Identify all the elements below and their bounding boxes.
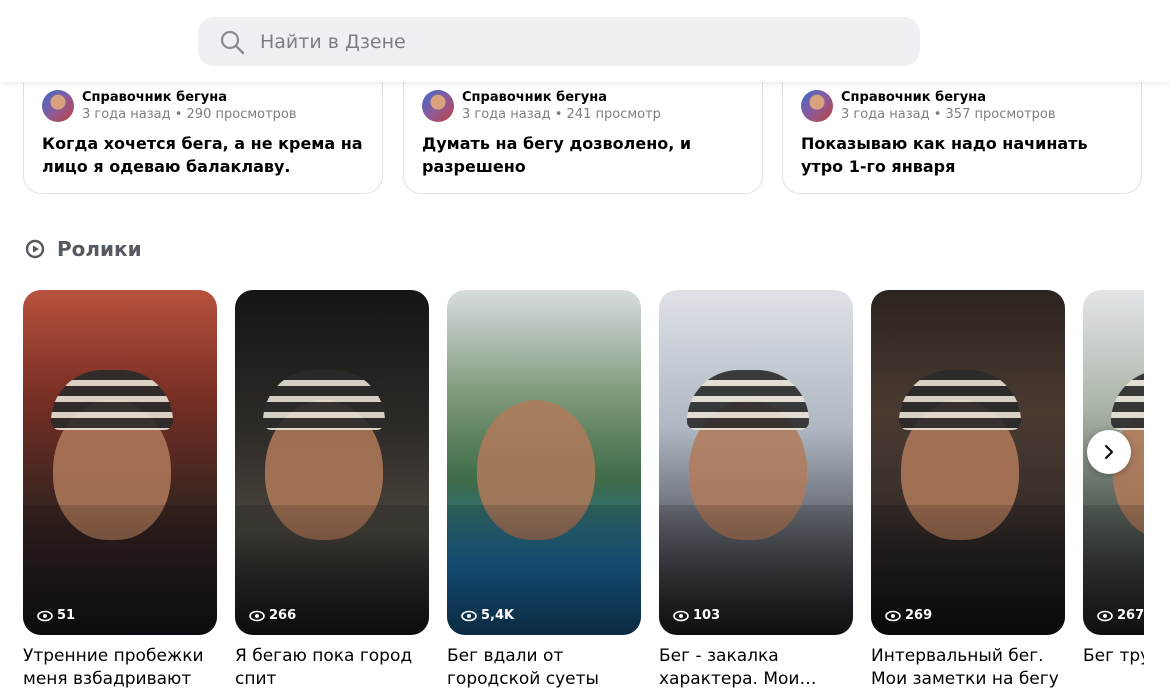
play-circle-icon [25,239,45,259]
video-thumbnail[interactable]: 103 [659,290,853,635]
chevron-right-icon [1101,444,1117,460]
view-count-value: 5,4K [481,608,515,623]
article-card[interactable]: Справочник бегуна 3 года назад • 241 про… [403,70,763,194]
article-card[interactable]: Справочник бегуна 3 года назад • 357 про… [782,70,1142,194]
page-edge [1144,82,1170,691]
card-author[interactable]: Справочник бегуна 3 года назад • 290 про… [42,89,297,123]
section-header-videos: Ролики [25,237,142,261]
video-title[interactable]: Интервальный бег. Мои заметки на бегу [871,645,1065,691]
view-count: 51 [37,608,75,623]
video-title[interactable]: Бег - закалка характера. Мои… [659,645,853,691]
video-thumbnail[interactable]: 5,4K [447,290,641,635]
view-count: 267 [1097,608,1144,623]
video-card[interactable]: 51 Утренние пробежки меня взбадривают [23,290,217,691]
eye-icon [1097,610,1113,622]
article-cards: Справочник бегуна 3 года назад • 290 про… [23,70,1145,195]
article-meta: 3 года назад • 290 просмотров [82,107,297,122]
video-card[interactable]: 5,4K Бег вдали от городской суеты [447,290,641,691]
view-count-value: 267 [1117,608,1144,623]
article-meta: 3 года назад • 241 просмотр [462,107,661,122]
search-icon[interactable] [218,28,246,56]
article-title[interactable]: Думать на бегу дозволено, и разрешено [422,132,752,178]
video-title[interactable]: Я бегаю пока город спит [235,645,429,691]
author-name[interactable]: Справочник бегуна [82,89,297,106]
video-card[interactable]: 267 Бег тру разгово [1083,290,1144,668]
video-card[interactable]: 103 Бег - закалка характера. Мои… [659,290,853,691]
avatar[interactable] [42,90,74,122]
view-count-value: 103 [693,608,721,623]
video-title[interactable]: Бег вдали от городской суеты [447,645,641,691]
eye-icon [249,610,265,622]
article-meta: 3 года назад • 357 просмотров [841,107,1056,122]
search-bar[interactable] [198,17,920,66]
author-name[interactable]: Справочник бегуна [462,89,661,106]
video-shelf: 51 Утренние пробежки меня взбадривают 26… [23,290,1144,691]
video-card[interactable]: 269 Интервальный бег. Мои заметки на бег… [871,290,1065,691]
view-count: 266 [249,608,296,623]
view-count: 269 [885,608,932,623]
article-title[interactable]: Когда хочется бега, а не крема на лицо я… [42,132,372,178]
eye-icon [461,610,477,622]
view-count-value: 266 [269,608,297,623]
section-title: Ролики [57,237,142,261]
view-count: 5,4K [461,608,514,623]
view-count: 103 [673,608,720,623]
eye-icon [37,610,53,622]
card-author[interactable]: Справочник бегуна 3 года назад • 357 про… [801,89,1056,123]
video-thumbnail[interactable]: 51 [23,290,217,635]
video-card[interactable]: 266 Я бегаю пока город спит [235,290,429,691]
video-title[interactable]: Утренние пробежки меня взбадривают [23,645,217,691]
top-header [0,0,1170,82]
video-thumbnail[interactable]: 266 [235,290,429,635]
eye-icon [885,610,901,622]
eye-icon [673,610,689,622]
video-title[interactable]: Бег тру разгово [1083,645,1144,668]
view-count-value: 269 [905,608,933,623]
avatar[interactable] [422,90,454,122]
card-author[interactable]: Справочник бегуна 3 года назад • 241 про… [422,89,661,123]
article-title[interactable]: Показываю как надо начинать утро 1-го ян… [801,132,1131,178]
author-name[interactable]: Справочник бегуна [841,89,1056,106]
video-thumbnail[interactable]: 269 [871,290,1065,635]
view-count-value: 51 [57,608,76,623]
avatar[interactable] [801,90,833,122]
search-input[interactable] [260,30,860,53]
article-card[interactable]: Справочник бегуна 3 года назад • 290 про… [23,70,383,194]
scroll-right-button[interactable] [1087,430,1131,474]
